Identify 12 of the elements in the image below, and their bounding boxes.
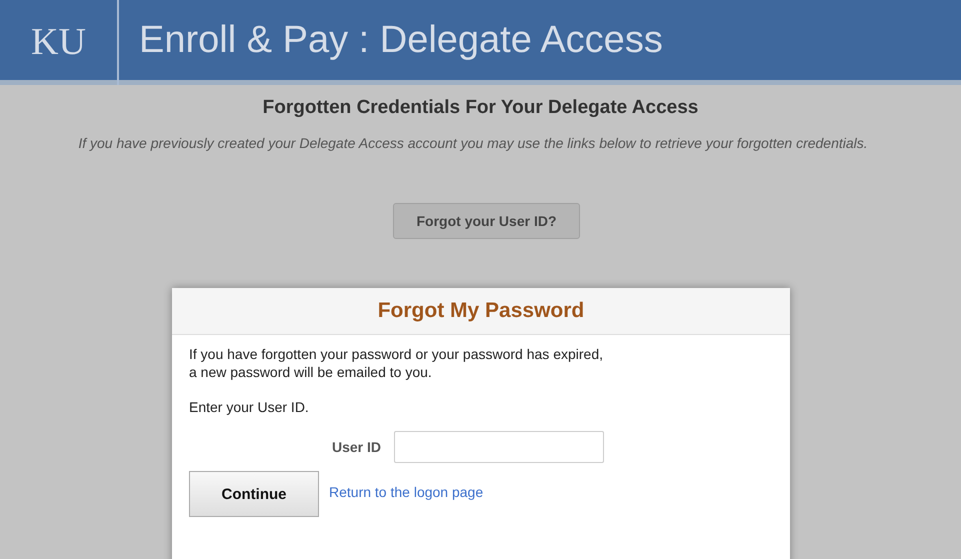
prompt-text: Enter your User ID. [189, 399, 310, 415]
page-title: Enroll & Pay : Delegate Access [138, 18, 663, 62]
intro-text: If you have previously created your Delegate Access account you may use the links below to retrieve your forgotten credentials. [77, 134, 869, 153]
forgot-user-id-button[interactable]: Forgot your User ID? [393, 203, 580, 239]
logon-link[interactable]: Return to the logon page [329, 484, 484, 500]
field-label: User ID [330, 439, 382, 455]
user-id-field[interactable] [394, 431, 604, 463]
logo: KU [0, 0, 119, 85]
dialog-title: Forgot My Password [172, 288, 790, 335]
message-text: If you have forgotten your password or your password has expired, a new password will be emailed to you. [189, 345, 604, 381]
section-heading: Forgotten Credentials For Your Delegate Access [262, 97, 698, 119]
continue-button[interactable]: Continue [189, 471, 319, 517]
